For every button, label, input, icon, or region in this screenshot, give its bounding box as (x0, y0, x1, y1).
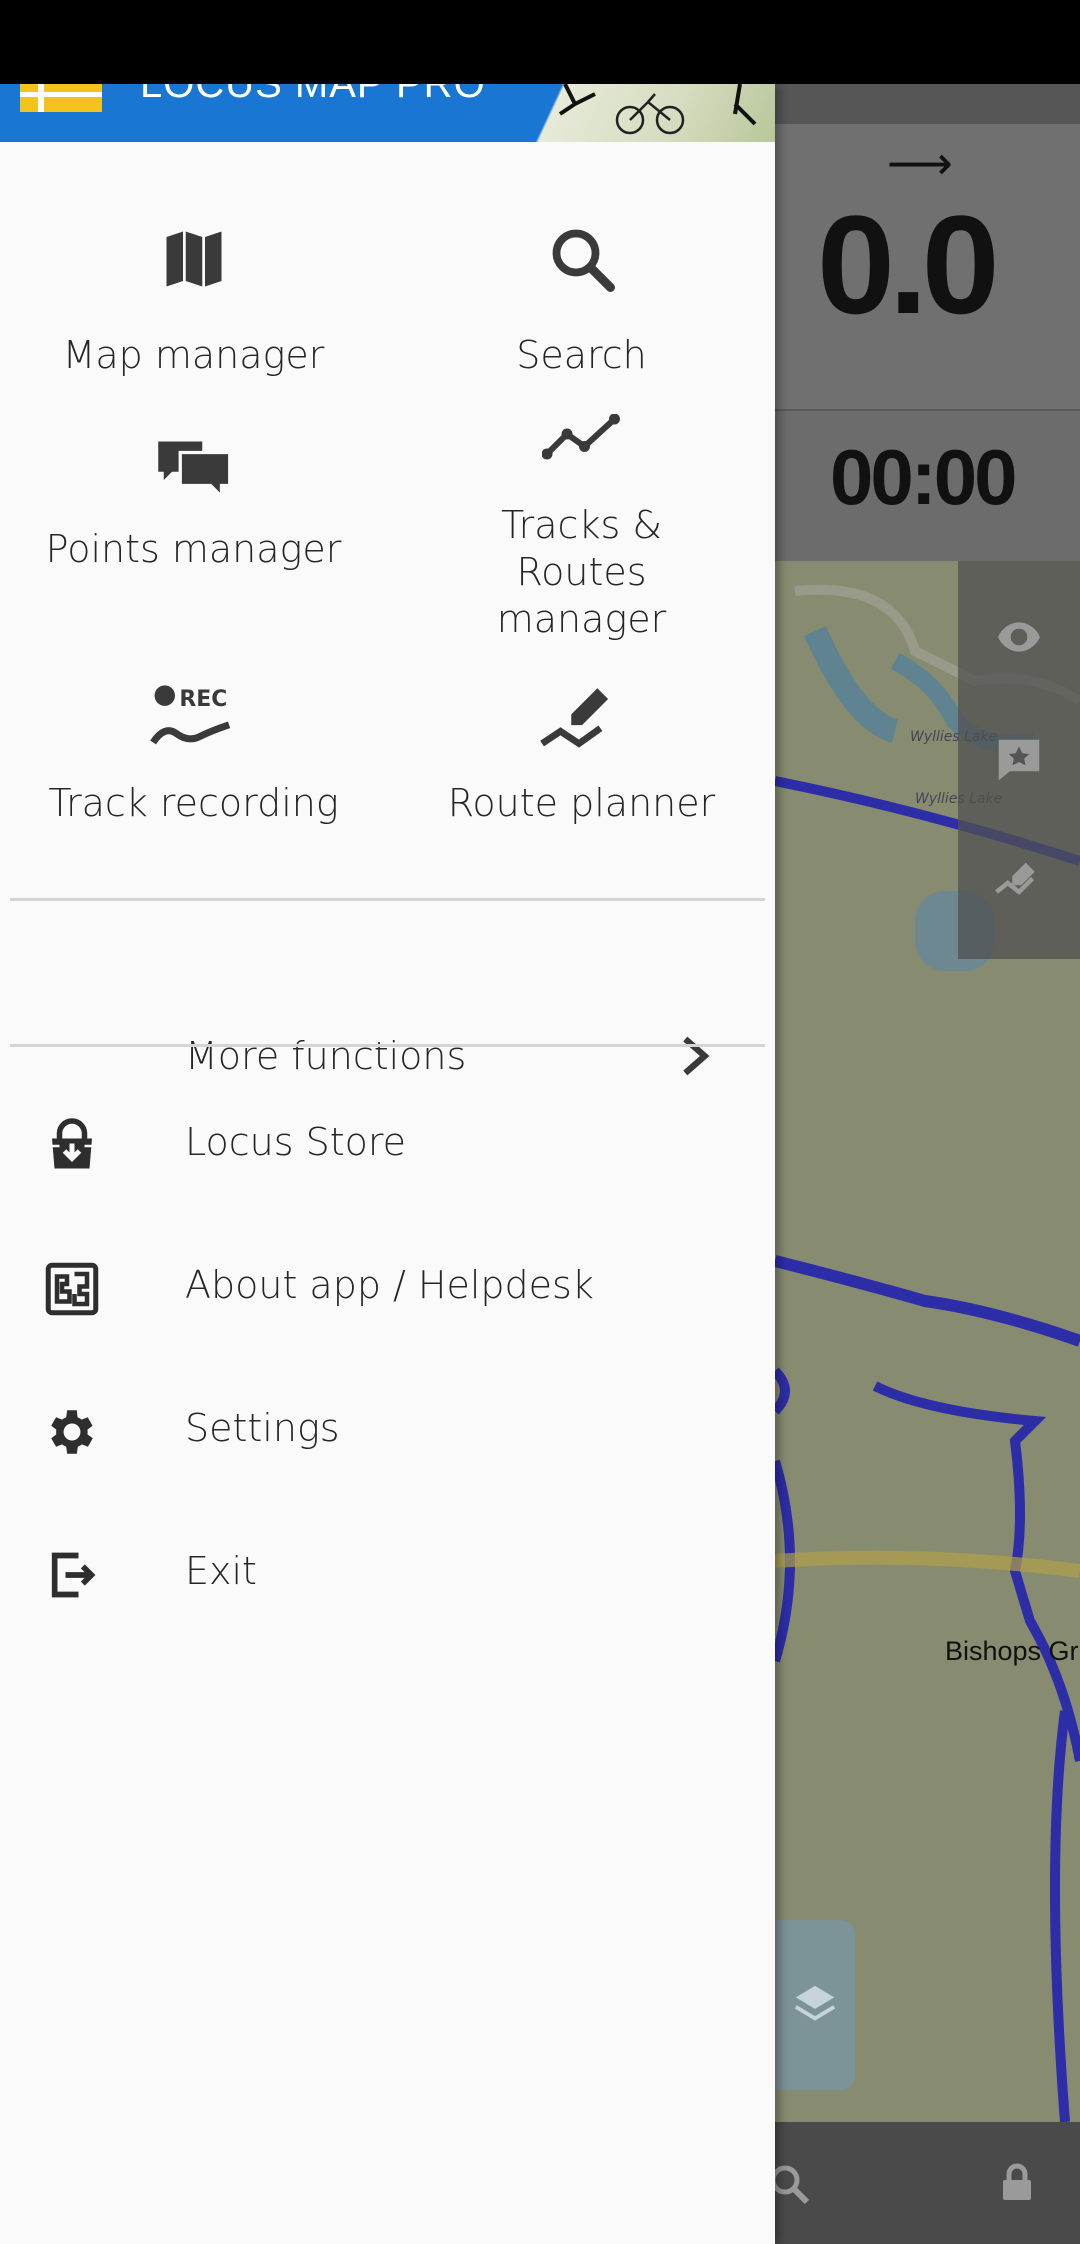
drawer-header: LOCUS MAP PRO (0, 84, 775, 142)
helpdesk-icon (40, 1257, 104, 1321)
status-bar (0, 0, 1080, 84)
track-recording-label: Track recording (48, 781, 339, 825)
tracks-routes-manager-label: Tracks & Routes manager (496, 503, 667, 641)
header-artwork (520, 84, 775, 142)
gear-icon (40, 1400, 104, 1464)
settings-item[interactable]: Settings (0, 1360, 775, 1503)
tracks-routes-manager-button[interactable]: Tracks & Routes manager (388, 414, 775, 643)
exit-item[interactable]: Exit (0, 1503, 775, 1646)
divider-top (10, 898, 765, 901)
layers-icon (794, 1985, 836, 2021)
points-manager-label: Points manager (45, 527, 342, 571)
map-manager-button[interactable]: Map manager (0, 204, 387, 379)
app-logo (20, 84, 102, 112)
route-planner-icon (539, 664, 625, 774)
about-helpdesk-item[interactable]: About app / Helpdesk (0, 1217, 775, 1360)
route-planner-label: Route planner (447, 781, 716, 825)
more-functions-label: More functions (185, 1034, 467, 1078)
zoom-in-icon[interactable] (775, 2160, 813, 2208)
map-icon (161, 204, 227, 314)
route-planner-button[interactable]: Route planner (388, 664, 775, 827)
divider-bottom (10, 1044, 765, 1047)
arrow-right-icon: ⟶ (887, 136, 953, 190)
app-logo-cross-v (38, 84, 44, 112)
map-manager-label: Map manager (62, 333, 325, 377)
settings-label: Settings (185, 1406, 340, 1450)
track-recording-button[interactable]: REC Track recording (0, 664, 387, 827)
search-button[interactable]: Search (388, 204, 775, 379)
time-value: 00:00 (830, 433, 1017, 521)
locus-store-item[interactable]: Locus Store (0, 1074, 775, 1217)
app-title: LOCUS MAP PRO (140, 84, 486, 106)
about-helpdesk-label: About app / Helpdesk (185, 1263, 594, 1307)
points-icon (154, 414, 234, 524)
map-view[interactable]: ⟶ 0.0 00:00 Wyllies Lake Wyllies Lake Bi… (775, 84, 1080, 2244)
locus-store-label: Locus Store (185, 1120, 407, 1164)
track-recording-icon: REC (149, 664, 239, 774)
layers-button[interactable] (775, 1920, 855, 2090)
lock-icon[interactable] (993, 2158, 1041, 2206)
points-manager-button[interactable]: Points manager (0, 414, 387, 573)
points-star-icon[interactable] (980, 721, 1058, 799)
map-place-label: Bishops Gr (945, 1636, 1079, 1666)
exit-label: Exit (185, 1549, 257, 1593)
eye-icon[interactable] (980, 598, 1058, 676)
map-side-toolbar (958, 561, 1080, 959)
search-icon (546, 204, 618, 314)
app-logo-cross-h (20, 92, 102, 97)
navigation-drawer: LOCUS MAP PRO Map manager Search Points … (0, 84, 775, 2244)
map-top-panel (775, 84, 1080, 124)
exit-icon (40, 1543, 104, 1607)
store-icon (40, 1114, 104, 1178)
route-planner-icon[interactable] (980, 844, 1058, 922)
map-bottom-bar (775, 2122, 1080, 2244)
speed-value: 0.0 (817, 186, 1000, 343)
search-label: Search (516, 333, 647, 377)
rec-badge: REC (179, 687, 227, 712)
